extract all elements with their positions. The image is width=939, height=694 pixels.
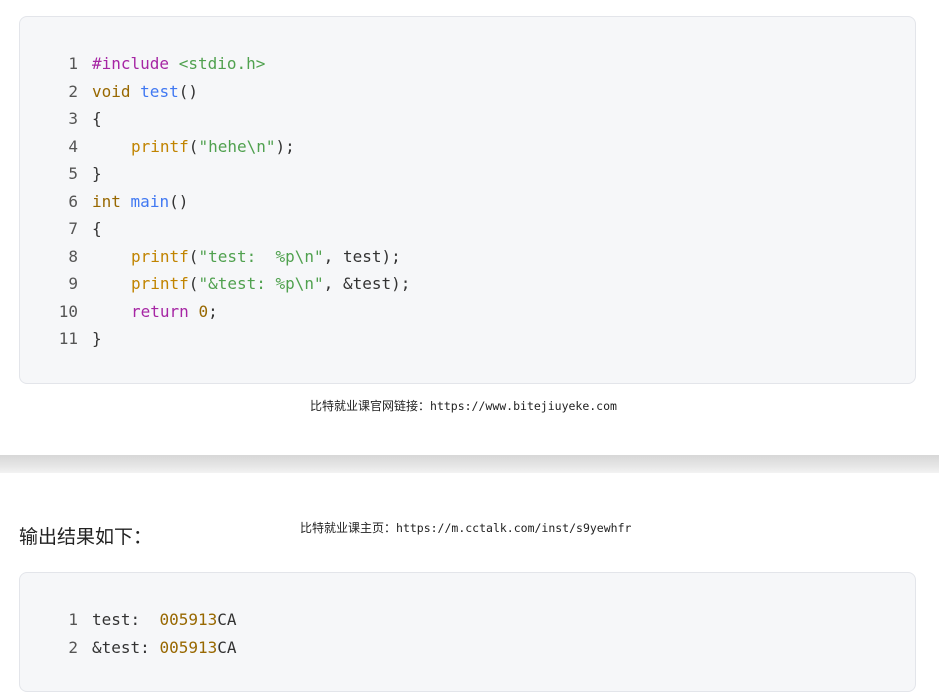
output-number: 005913	[159, 637, 218, 657]
line-number: 8	[68, 246, 78, 266]
line-number: 1	[68, 54, 78, 73]
token-preprocessor: #include	[92, 54, 170, 73]
line-number: 6	[68, 191, 78, 211]
token-string: "hehe\n"	[198, 136, 276, 156]
code-line: 1 #include <stdio.h>	[20, 50, 410, 78]
page: 1 #include <stdio.h> 2 void test() 3{ 4 pri…	[0, 0, 939, 694]
code-line: 3{	[20, 105, 410, 133]
line-number: 3	[68, 109, 78, 128]
token-call: printf	[131, 136, 189, 156]
watermark-label: 比特就业课主页：	[300, 521, 397, 535]
code-line: 2 void test()	[20, 78, 410, 106]
token-function: test	[140, 81, 179, 101]
token-punct: (	[188, 274, 199, 293]
output-line: 2 &test: 005913CA	[20, 634, 237, 662]
watermark-url: https://www.bitejiuyeke.com	[430, 399, 617, 413]
token-punct: );	[275, 136, 295, 156]
line-number: 7	[68, 219, 78, 238]
code-line: 7{	[20, 215, 410, 243]
token-punct: ()	[178, 81, 198, 101]
code-lines: 1 test: 005913CA 2 &test: 005913CA	[20, 606, 237, 662]
token-string: "&test: %p\n"	[198, 274, 324, 293]
token-type: int	[92, 191, 121, 211]
watermark-label: 比特就业课官网链接：	[310, 399, 431, 413]
line-number: 11	[58, 329, 78, 348]
output-suffix: CA	[217, 610, 237, 629]
code-line: 8 printf("test: %p\n", test);	[20, 243, 410, 271]
watermark-website: 比特就业课官网链接：https://www.bitejiuyeke.com	[310, 397, 617, 414]
token-plain: , &test);	[323, 274, 411, 293]
code-line: 9 printf("&test: %p\n", &test);	[20, 270, 410, 298]
line-number: 5	[68, 164, 78, 183]
token-punct: }	[92, 164, 102, 183]
line-number: 4	[68, 136, 78, 156]
code-line: 6 int main()	[20, 188, 410, 216]
token-punct: (	[188, 136, 199, 156]
section-divider	[0, 455, 939, 473]
code-line: 4 printf("hehe\n");	[20, 133, 410, 161]
token-header: <stdio.h>	[178, 54, 266, 73]
line-number: 2	[68, 81, 78, 101]
output-heading: 输出结果如下：	[19, 526, 153, 548]
line-number: 1	[68, 610, 78, 629]
code-block-output: 1 test: 005913CA 2 &test: 005913CA	[19, 572, 916, 692]
code-lines: 1 #include <stdio.h> 2 void test() 3{ 4 pri…	[20, 50, 411, 353]
output-label: &test:	[92, 637, 160, 657]
output-label: test:	[92, 610, 160, 629]
code-line: 5}	[20, 160, 410, 188]
watermark-url: https://m.cctalk.com/inst/s9yewhfr	[396, 521, 632, 535]
line-number: 9	[68, 274, 78, 293]
token-punct: ()	[169, 191, 189, 211]
token-string: "test: %p\n"	[198, 246, 324, 266]
watermark-homepage: 比特就业课主页：https://m.cctalk.com/inst/s9yewh…	[300, 519, 631, 536]
code-block-source: 1 #include <stdio.h> 2 void test() 3{ 4 pri…	[19, 16, 916, 384]
token-keyword: return	[131, 301, 189, 321]
code-line: 11}	[20, 325, 410, 353]
output-number: 005913	[159, 610, 218, 629]
token-call: printf	[131, 246, 189, 266]
line-number: 10	[58, 301, 78, 321]
token-punct: {	[92, 219, 102, 238]
token-type: void	[92, 81, 131, 101]
token-punct: }	[92, 329, 102, 348]
token-number: 0	[198, 301, 209, 321]
code-line: 10 return 0;	[20, 298, 410, 326]
output-line: 1 test: 005913CA	[20, 606, 237, 634]
output-suffix: CA	[217, 637, 237, 657]
token-punct: {	[92, 109, 102, 128]
line-number: 2	[68, 637, 78, 657]
token-punct: ;	[208, 301, 218, 321]
token-plain: , test);	[323, 246, 401, 266]
token-punct: (	[188, 246, 199, 266]
token-call: printf	[131, 274, 189, 293]
token-function: main	[130, 191, 170, 211]
